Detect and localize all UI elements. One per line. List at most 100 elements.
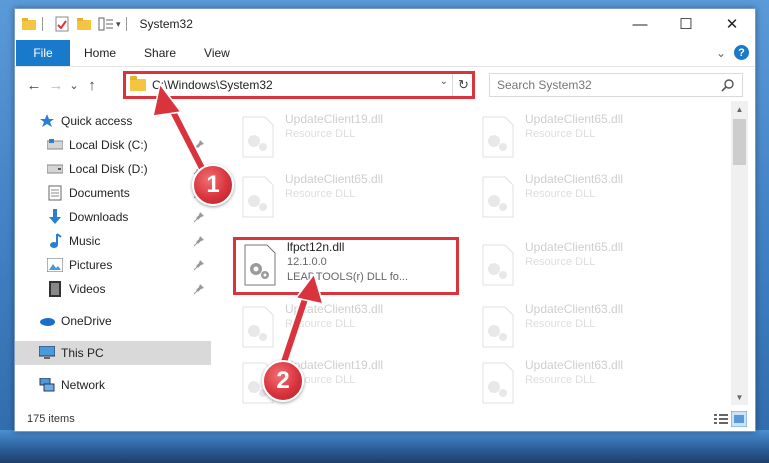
star-icon — [39, 113, 55, 129]
scroll-down-icon[interactable]: ▼ — [731, 389, 748, 405]
title-bar: ▾ System32 — ☐ ✕ — [15, 9, 755, 39]
divider — [42, 17, 43, 31]
recent-locations-button[interactable]: ⌄ — [67, 74, 81, 96]
sidebar-item-local-disk-d[interactable]: Local Disk (D:) — [15, 157, 211, 181]
refresh-button[interactable]: ↻ — [452, 74, 474, 96]
pin-icon — [193, 260, 204, 271]
expand-ribbon-icon[interactable]: ⌄ — [716, 46, 726, 60]
sidebar-item-network[interactable]: Network — [15, 373, 211, 397]
scrollbar-thumb[interactable] — [733, 119, 746, 165]
file-name: UpdateClient65.dll — [525, 240, 624, 254]
address-bar[interactable]: C:\Windows\System32 ⌄ ↻ — [125, 73, 475, 97]
sidebar-item-downloads[interactable]: Downloads — [15, 205, 211, 229]
file-item-selected[interactable]: lfpct12n.dll 12.1.0.0 LEADTOOLS(r) DLL f… — [235, 239, 461, 295]
tab-file[interactable]: File — [16, 39, 70, 66]
dll-file-icon — [242, 116, 274, 158]
back-button[interactable]: ← — [23, 74, 45, 96]
chevron-down-icon[interactable]: ⌄ — [440, 76, 448, 87]
sidebar-item-label: This PC — [61, 346, 104, 360]
dll-file-icon — [482, 362, 514, 404]
properties-icon[interactable] — [54, 16, 70, 32]
file-item[interactable]: UpdateClient63.dll Resource DLL — [473, 171, 699, 227]
file-item[interactable]: UpdateClient65.dll Resource DLL — [233, 171, 459, 227]
dll-file-icon — [482, 306, 514, 348]
tab-view[interactable]: View — [190, 40, 244, 66]
file-description: Resource DLL — [525, 318, 596, 330]
sidebar-item-onedrive[interactable]: OneDrive — [15, 309, 211, 333]
up-button[interactable]: ↑ — [81, 74, 103, 96]
window-controls: — ☐ ✕ — [617, 9, 755, 39]
item-count: 175 items — [27, 413, 75, 425]
search-input[interactable]: Search System32 — [489, 73, 743, 97]
file-description: Resource DLL — [285, 318, 356, 330]
sidebar-item-music[interactable]: Music — [15, 229, 211, 253]
file-item[interactable]: UpdateClient63.dll Resource DLL — [233, 301, 459, 357]
file-name: lfpct12n.dll — [287, 240, 345, 254]
search-icon — [721, 79, 734, 92]
navigation-pane: Quick access Local Disk (C:) Local Disk … — [15, 109, 211, 405]
chevron-down-icon[interactable]: ▾ — [116, 19, 121, 30]
dll-file-icon — [482, 176, 514, 218]
network-icon — [39, 377, 55, 393]
pin-icon — [193, 236, 204, 247]
file-description: Resource DLL — [525, 374, 596, 386]
search-placeholder: Search System32 — [497, 78, 592, 92]
sidebar-item-videos[interactable]: Videos — [15, 277, 211, 301]
help-icon[interactable]: ? — [734, 45, 749, 60]
file-list: UpdateClient19.dll Resource DLL UpdateCli… — [211, 101, 731, 405]
file-item[interactable]: UpdateClient65.dll Resource DLL — [473, 111, 699, 167]
sidebar-item-pictures[interactable]: Pictures — [15, 253, 211, 277]
status-bar: 175 items — [15, 407, 755, 431]
dll-file-icon — [482, 116, 514, 158]
sidebar-item-quick-access[interactable]: Quick access — [15, 109, 211, 133]
dll-file-icon — [244, 244, 276, 286]
file-version: 12.1.0.0 — [287, 256, 327, 268]
forward-button[interactable]: → — [45, 74, 67, 96]
pin-icon — [193, 284, 204, 295]
sidebar-item-label: Documents — [69, 186, 130, 200]
sidebar-item-label: Quick access — [61, 114, 133, 128]
onedrive-icon — [39, 313, 55, 329]
divider — [125, 17, 127, 31]
file-name: UpdateClient65.dll — [525, 112, 624, 126]
sidebar-item-local-disk-c[interactable]: Local Disk (C:) — [15, 133, 211, 157]
minimize-button[interactable]: — — [617, 9, 663, 39]
close-button[interactable]: ✕ — [709, 9, 755, 39]
folder-icon — [21, 16, 37, 32]
tiles-view-icon[interactable] — [731, 411, 747, 427]
maximize-button[interactable]: ☐ — [663, 9, 709, 39]
scroll-up-icon[interactable]: ▲ — [731, 101, 748, 117]
dll-file-icon — [482, 244, 514, 286]
tab-share[interactable]: Share — [130, 40, 190, 66]
details-view-icon[interactable] — [713, 411, 729, 427]
desktop-background — [0, 430, 769, 463]
sidebar-item-label: Music — [69, 234, 101, 248]
address-path[interactable]: C:\Windows\System32 — [152, 78, 273, 92]
vertical-scrollbar[interactable]: ▲ ▼ — [731, 101, 748, 405]
file-item[interactable]: UpdateClient63.dll Resource DLL — [473, 357, 699, 405]
sidebar-item-label: Videos — [69, 282, 106, 296]
sidebar-item-label: Local Disk (C:) — [69, 138, 148, 152]
customize-toolbar-icon[interactable] — [98, 16, 114, 32]
file-item[interactable]: UpdateClient65.dll Resource DLL — [473, 239, 699, 295]
drive-icon — [47, 161, 63, 177]
file-description: Resource DLL — [525, 256, 596, 268]
tab-home[interactable]: Home — [70, 40, 130, 66]
navigation-bar: ← → ⌄ ↑ C:\Windows\System32 ⌄ ↻ Search S… — [15, 69, 755, 101]
pin-icon — [193, 140, 204, 151]
file-name: UpdateClient65.dll — [285, 172, 384, 186]
file-name: UpdateClient63.dll — [525, 302, 624, 316]
file-item[interactable]: UpdateClient19.dll Resource DLL — [233, 111, 459, 167]
file-name: UpdateClient63.dll — [285, 302, 384, 316]
file-item[interactable]: UpdateClient63.dll Resource DLL — [473, 301, 699, 357]
file-name: UpdateClient63.dll — [525, 358, 624, 372]
file-explorer-window: ▾ System32 — ☐ ✕ File Home Share View ⌄ … — [14, 8, 756, 432]
sidebar-item-documents[interactable]: Documents — [15, 181, 211, 205]
sidebar-item-this-pc[interactable]: This PC — [15, 341, 211, 365]
file-name: UpdateClient19.dll — [285, 112, 384, 126]
file-description: Resource DLL — [285, 128, 356, 140]
file-name: UpdateClient63.dll — [525, 172, 624, 186]
new-folder-icon[interactable] — [76, 16, 92, 32]
dll-file-icon — [242, 306, 274, 348]
ribbon-tabs: File Home Share View ⌄ ? — [15, 39, 755, 67]
